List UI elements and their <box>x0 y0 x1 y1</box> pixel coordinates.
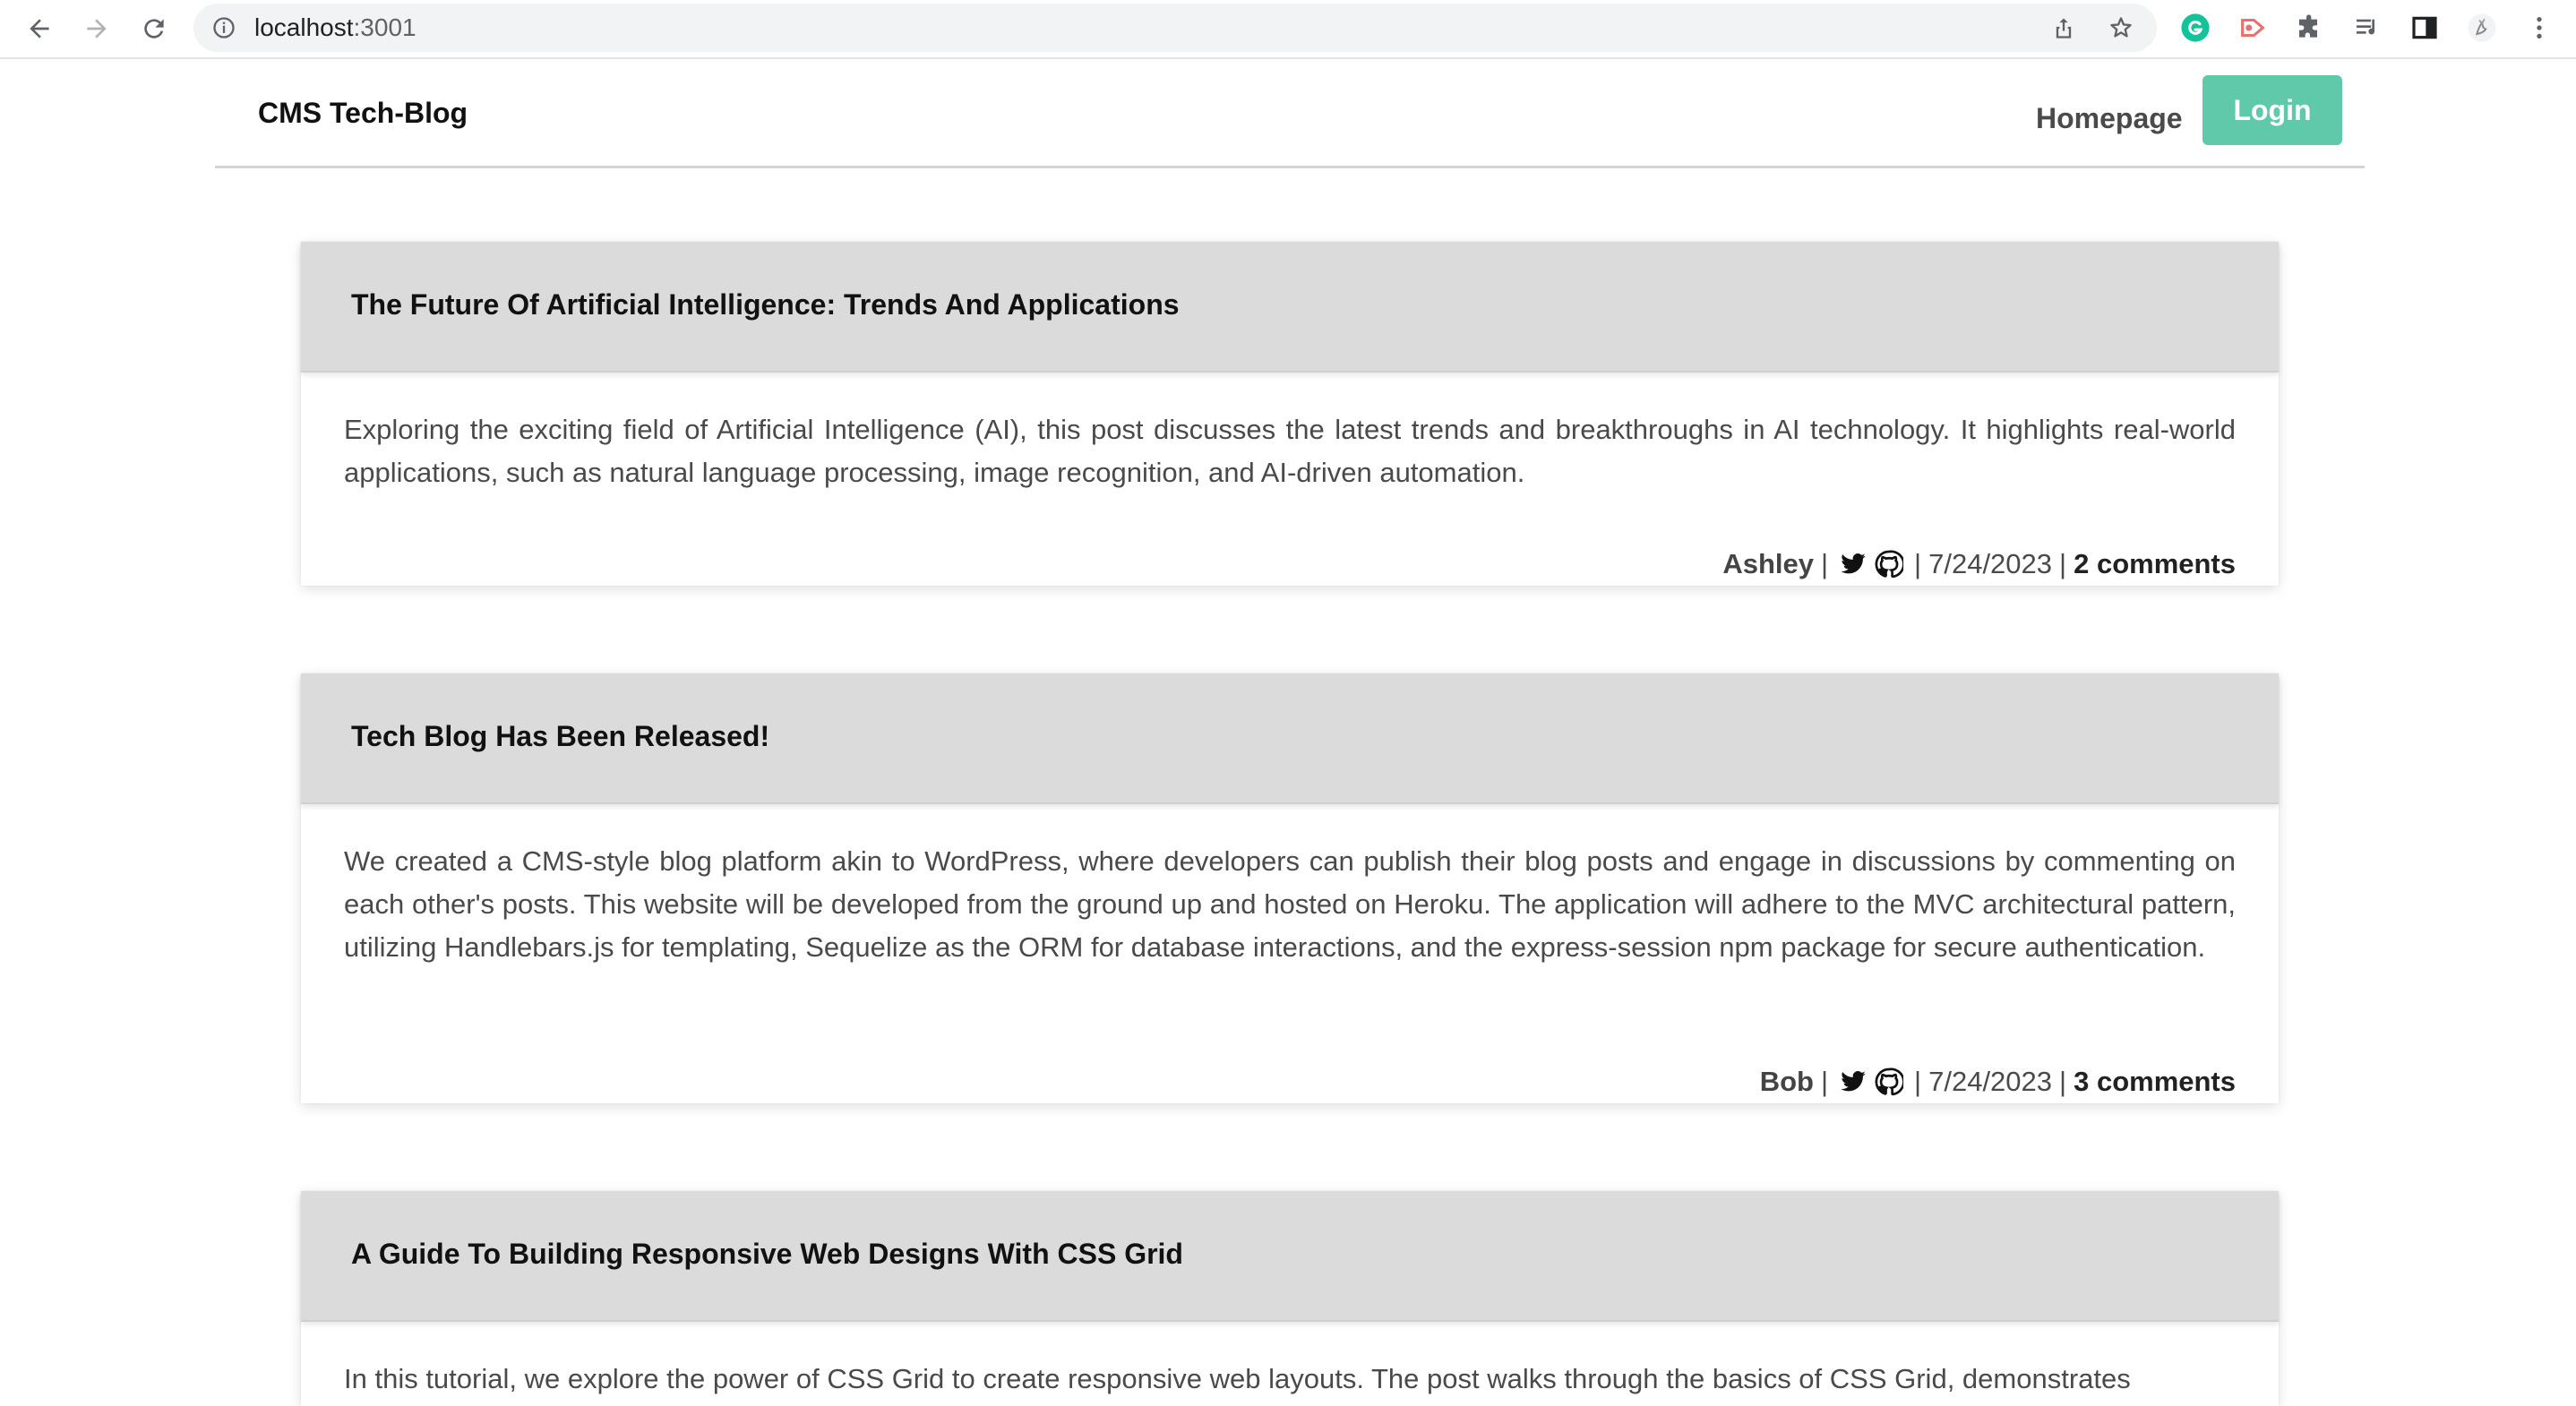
url-port: :3001 <box>353 13 416 41</box>
login-button[interactable]: Login <box>2202 75 2342 145</box>
post-title[interactable]: The Future Of Artificial Intelligence: T… <box>351 288 1180 321</box>
meta-separator: | <box>1820 548 1829 579</box>
twitter-icon[interactable] <box>1839 551 1868 578</box>
meta-separator: | <box>2059 548 2067 579</box>
back-arrow-icon[interactable] <box>21 11 57 47</box>
bookmark-star-icon[interactable] <box>2108 15 2134 40</box>
screencast-extension-icon[interactable] <box>2237 13 2268 43</box>
post-author: Bob <box>1759 1066 1814 1097</box>
site-brand[interactable]: CMS Tech-Blog <box>258 97 468 130</box>
reading-list-icon[interactable] <box>2352 13 2383 43</box>
url-text: localhost:3001 <box>254 15 416 40</box>
side-panel-icon[interactable] <box>2409 13 2440 43</box>
browser-toolbar: localhost:3001 <box>0 0 2576 59</box>
address-bar[interactable]: localhost:3001 <box>193 4 2157 52</box>
meta-separator: | <box>1914 1066 1922 1097</box>
meta-separator: | <box>1914 548 1922 579</box>
browser-menu-icon[interactable] <box>2524 13 2555 43</box>
post-author: Ashley <box>1722 548 1814 579</box>
comments-link[interactable]: 3 comments <box>2074 1066 2236 1098</box>
post-card: The Future Of Artificial Intelligence: T… <box>301 242 2279 586</box>
post-content: In this tutorial, we explore the power o… <box>344 1363 2131 1394</box>
forward-arrow-icon[interactable] <box>79 11 115 47</box>
grammarly-extension-icon[interactable] <box>2180 13 2211 43</box>
meta-separator: | <box>2059 1066 2067 1097</box>
post-meta: Bob | | 7/24/2023 | 3 comments <box>1760 1066 2236 1098</box>
post-title[interactable]: A Guide To Building Responsive Web Desig… <box>351 1238 1183 1271</box>
comments-link[interactable]: 2 comments <box>2074 548 2236 580</box>
post-date: 7/24/2023 <box>1928 548 2053 579</box>
post-content: We created a CMS-style blog platform aki… <box>344 845 2236 963</box>
post-meta: Ashley | | 7/24/2023 | 2 comments <box>1722 548 2236 580</box>
profile-avatar-icon[interactable] <box>2467 13 2497 43</box>
post-card: Tech Blog Has Been Released! We created … <box>301 673 2279 1103</box>
twitter-icon[interactable] <box>1839 1068 1868 1095</box>
url-host: localhost <box>254 13 354 41</box>
post-header[interactable]: The Future Of Artificial Intelligence: T… <box>301 242 2279 373</box>
meta-separator: | <box>1820 1066 1829 1097</box>
reload-icon[interactable] <box>136 11 172 47</box>
post-header[interactable]: Tech Blog Has Been Released! <box>301 673 2279 804</box>
github-icon[interactable] <box>1875 550 1904 579</box>
post-date: 7/24/2023 <box>1928 1066 2053 1097</box>
post-card: A Guide To Building Responsive Web Desig… <box>301 1191 2279 1406</box>
post-content: Exploring the exciting field of Artifici… <box>344 414 2236 488</box>
homepage-link[interactable]: Homepage <box>2036 102 2183 135</box>
post-title[interactable]: Tech Blog Has Been Released! <box>351 720 769 753</box>
post-header[interactable]: A Guide To Building Responsive Web Desig… <box>301 1191 2279 1322</box>
site-header: CMS Tech-Blog Homepage Login <box>215 59 2365 168</box>
share-icon[interactable] <box>2051 15 2076 40</box>
site-info-icon[interactable] <box>211 15 236 40</box>
extensions-puzzle-icon[interactable] <box>2295 13 2325 43</box>
github-icon[interactable] <box>1875 1067 1904 1096</box>
